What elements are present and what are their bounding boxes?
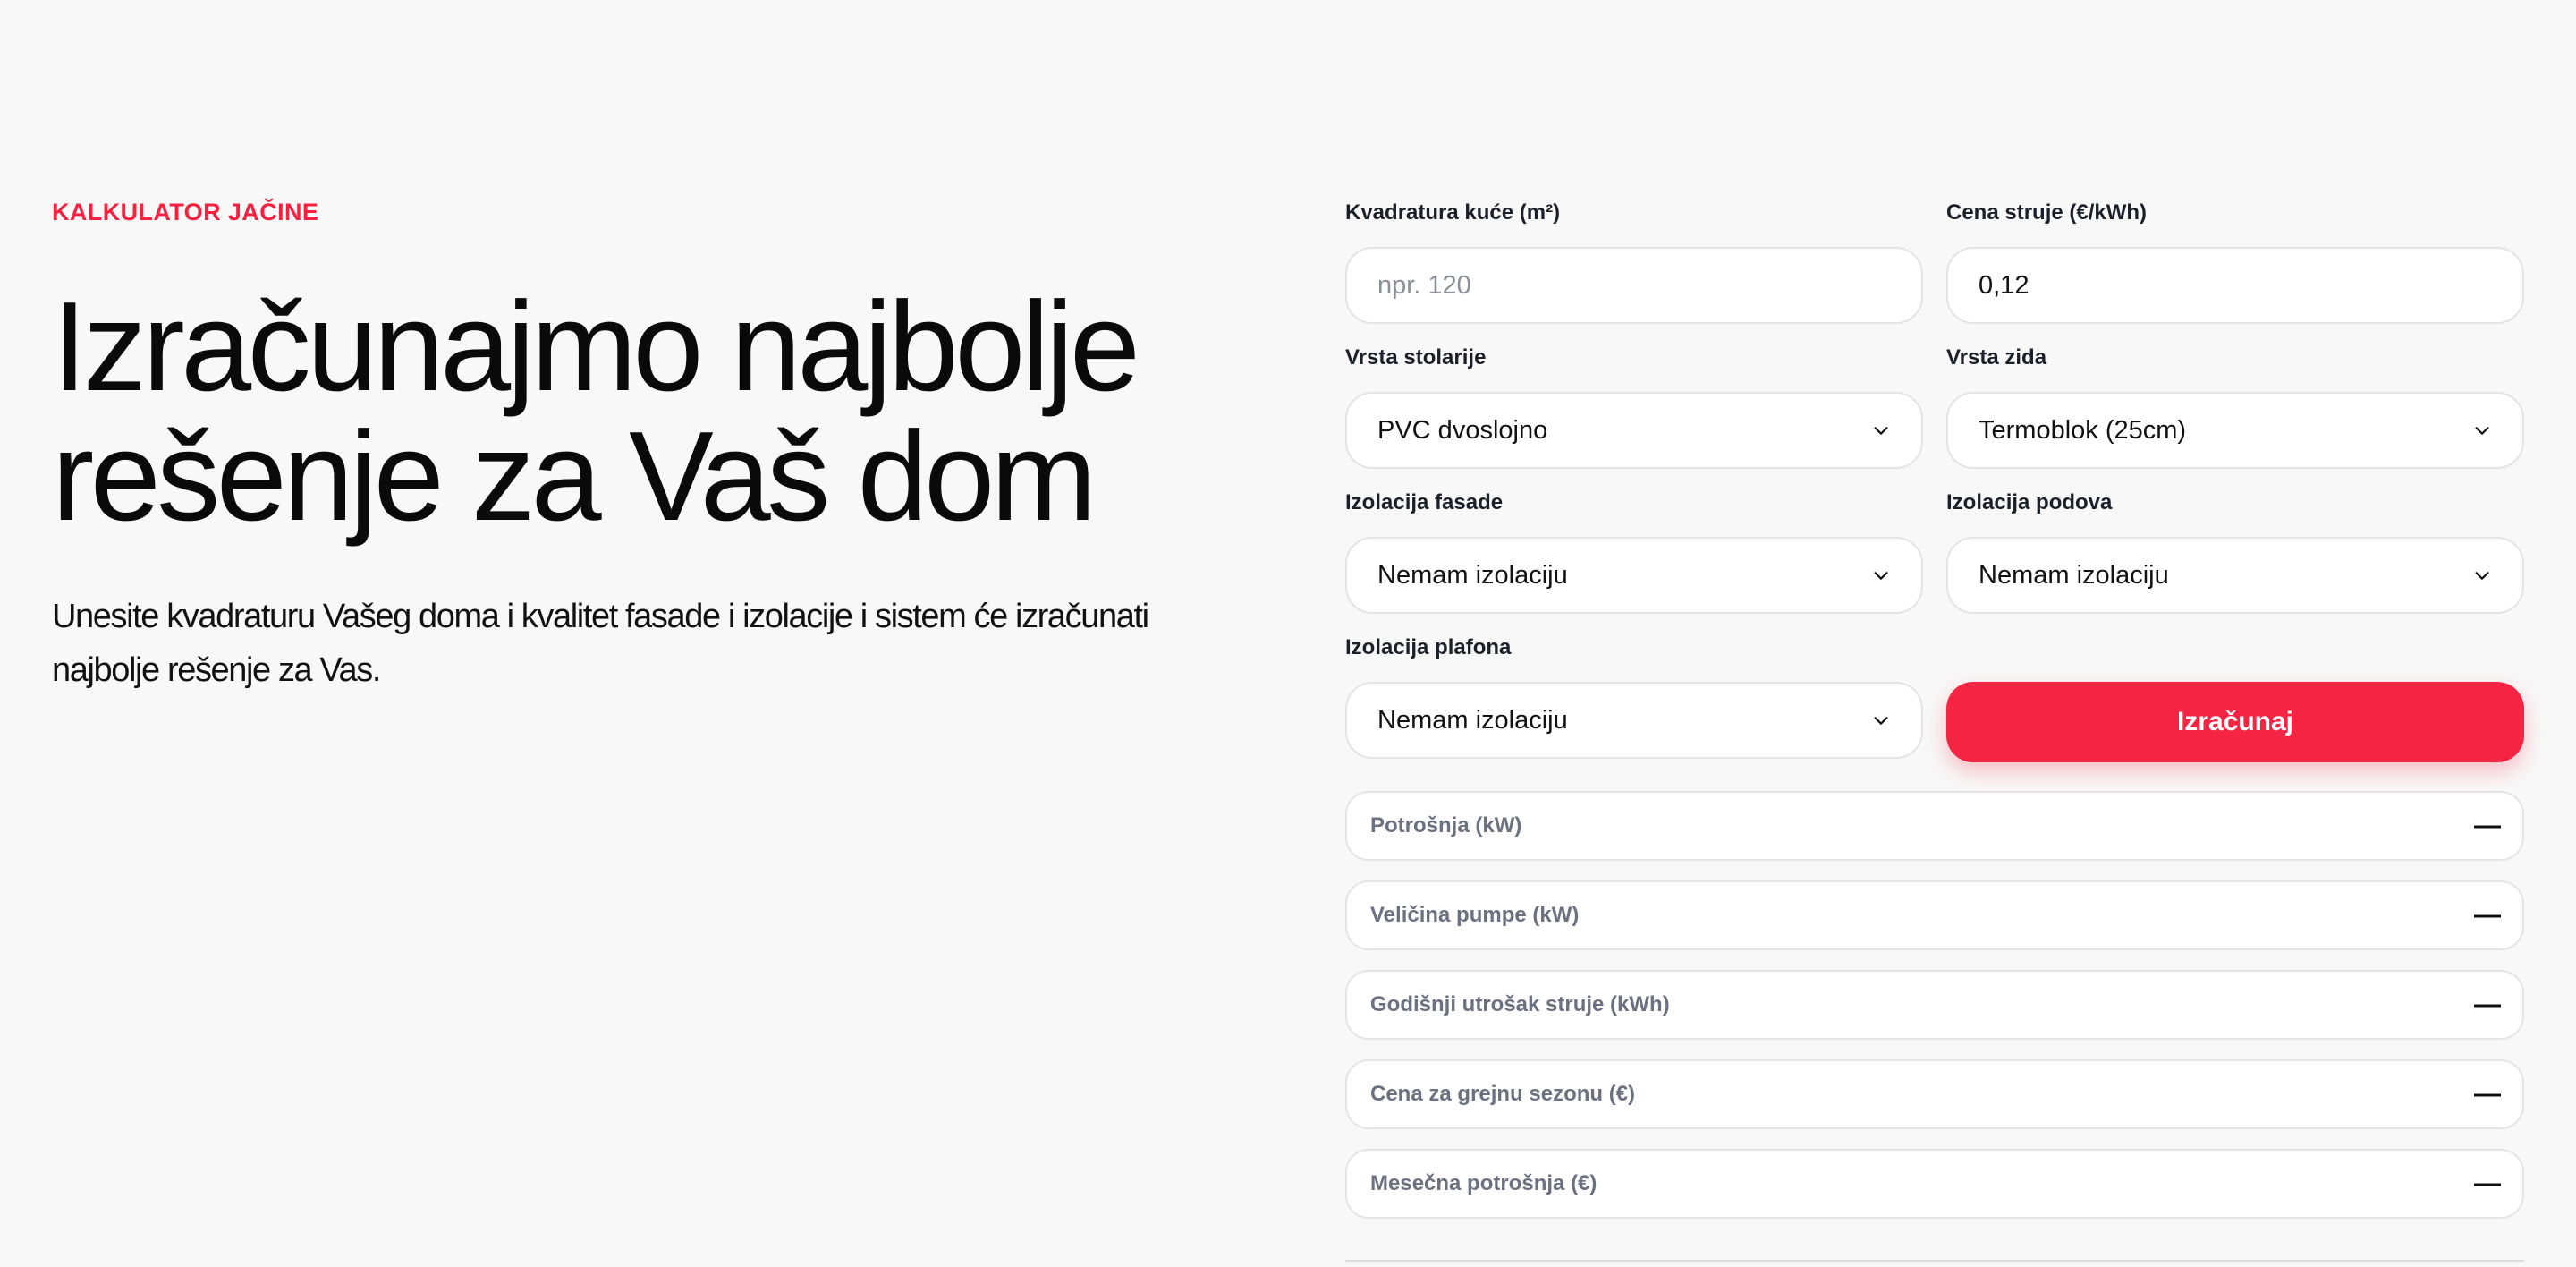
- title-line-2: rešenje za Vaš dom: [52, 405, 1097, 548]
- results-list: Potrošnja (kW) — Veličina pumpe (kW) — G…: [1345, 791, 2524, 1219]
- form-grid: Kvadratura kuće (m²) Cena struje (€/kWh)…: [1345, 199, 2524, 782]
- chevron-down-icon: [2475, 427, 2489, 435]
- calculator-form: Kvadratura kuće (m²) Cena struje (€/kWh)…: [1345, 199, 2524, 1238]
- result-label: Godišnji utrošak struje (kWh): [1370, 992, 1670, 1016]
- chevron-down-icon: [1874, 427, 1888, 435]
- windows-selected-value: PVC dvoslojno: [1377, 415, 1548, 445]
- page-title: Izračunajmo najbolje rešenje za Vaš dom: [52, 282, 1268, 541]
- result-row-pump-size: Veličina pumpe (kW) —: [1345, 880, 2524, 950]
- hero-section: KALKULATOR JAČINE Izračunajmo najbolje r…: [52, 199, 1268, 697]
- facade-select[interactable]: Nemam izolaciju: [1345, 537, 1923, 614]
- lead-paragraph: Unesite kvadraturu Vašeg doma i kvalitet…: [52, 598, 1149, 689]
- ceiling-selected-value: Nemam izolaciju: [1377, 705, 1568, 735]
- wall-selected-value: Termoblok (25cm): [1979, 415, 2187, 445]
- area-input[interactable]: [1345, 247, 1923, 324]
- result-row-season-cost: Cena za grejnu sezonu (€) —: [1345, 1059, 2524, 1129]
- floor-select[interactable]: Nemam izolaciju: [1946, 537, 2524, 614]
- calculator-page: KALKULATOR JAČINE Izračunajmo najbolje r…: [0, 0, 2576, 1267]
- result-value: —: [2474, 1079, 2501, 1109]
- result-value: —: [2474, 990, 2501, 1019]
- wall-label: Vrsta zida: [1946, 345, 2047, 370]
- chevron-down-icon: [2475, 572, 2489, 580]
- wall-field-group: Vrsta zida Termoblok (25cm): [1946, 344, 2524, 469]
- wall-select[interactable]: Termoblok (25cm): [1946, 392, 2524, 469]
- result-label: Potrošnja (kW): [1370, 813, 1522, 838]
- floor-field-group: Izolacija podova Nemam izolaciju: [1946, 489, 2524, 614]
- eyebrow-label: KALKULATOR JAČINE: [52, 199, 319, 225]
- floor-label: Izolacija podova: [1946, 490, 2113, 514]
- divider: [1345, 1260, 2524, 1262]
- result-label: Veličina pumpe (kW): [1370, 903, 1580, 927]
- facade-field-group: Izolacija fasade Nemam izolaciju: [1345, 489, 1923, 614]
- area-field-group: Kvadratura kuće (m²): [1345, 199, 1923, 324]
- windows-field-group: Vrsta stolarije PVC dvoslojno: [1345, 344, 1923, 469]
- facade-label: Izolacija fasade: [1345, 490, 1504, 514]
- result-row-consumption: Potrošnja (kW) —: [1345, 791, 2524, 861]
- result-label: Cena za grejnu sezonu (€): [1370, 1082, 1636, 1106]
- result-value: —: [2474, 811, 2501, 840]
- result-value: —: [2474, 1169, 2501, 1198]
- facade-selected-value: Nemam izolaciju: [1377, 560, 1568, 590]
- chevron-down-icon: [1874, 717, 1888, 725]
- calculate-button[interactable]: Izračunaj: [1946, 682, 2524, 762]
- title-line-1: Izračunajmo najbolje: [52, 276, 1140, 418]
- windows-label: Vrsta stolarije: [1345, 345, 1487, 370]
- result-value: —: [2474, 900, 2501, 930]
- result-label: Mesečna potrošnja (€): [1370, 1171, 1597, 1195]
- floor-selected-value: Nemam izolaciju: [1979, 560, 2169, 590]
- ceiling-field-group: Izolacija plafona Nemam izolaciju: [1345, 634, 1923, 762]
- ceiling-select[interactable]: Nemam izolaciju: [1345, 682, 1923, 759]
- submit-group: Izračunaj: [1946, 634, 2524, 762]
- area-label: Kvadratura kuće (m²): [1345, 200, 1561, 225]
- ceiling-label: Izolacija plafona: [1345, 635, 1512, 659]
- result-row-annual-usage: Godišnji utrošak struje (kWh) —: [1345, 970, 2524, 1040]
- price-label: Cena struje (€/kWh): [1946, 200, 2148, 225]
- price-field-group: Cena struje (€/kWh): [1946, 199, 2524, 324]
- result-row-monthly-cost: Mesečna potrošnja (€) —: [1345, 1149, 2524, 1219]
- price-input[interactable]: [1946, 247, 2524, 324]
- chevron-down-icon: [1874, 572, 1888, 580]
- windows-select[interactable]: PVC dvoslojno: [1345, 392, 1923, 469]
